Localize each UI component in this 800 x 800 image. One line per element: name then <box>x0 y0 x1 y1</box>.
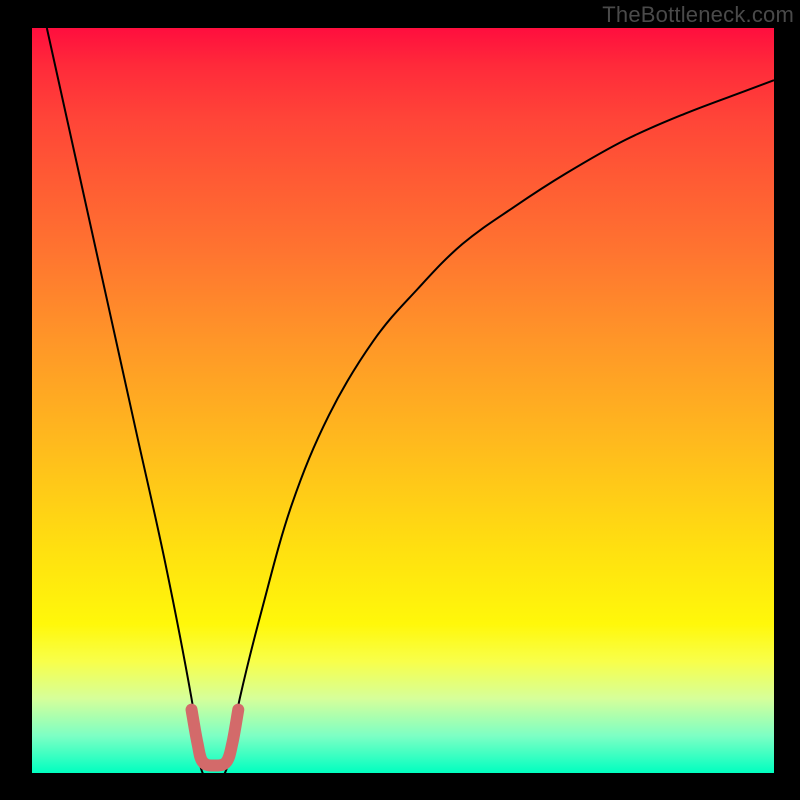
watermark-text: TheBottleneck.com <box>602 2 794 28</box>
series-min-marker <box>192 710 239 766</box>
curve-layer <box>0 0 800 800</box>
series-curve <box>47 28 774 783</box>
chart-frame: TheBottleneck.com <box>0 0 800 800</box>
